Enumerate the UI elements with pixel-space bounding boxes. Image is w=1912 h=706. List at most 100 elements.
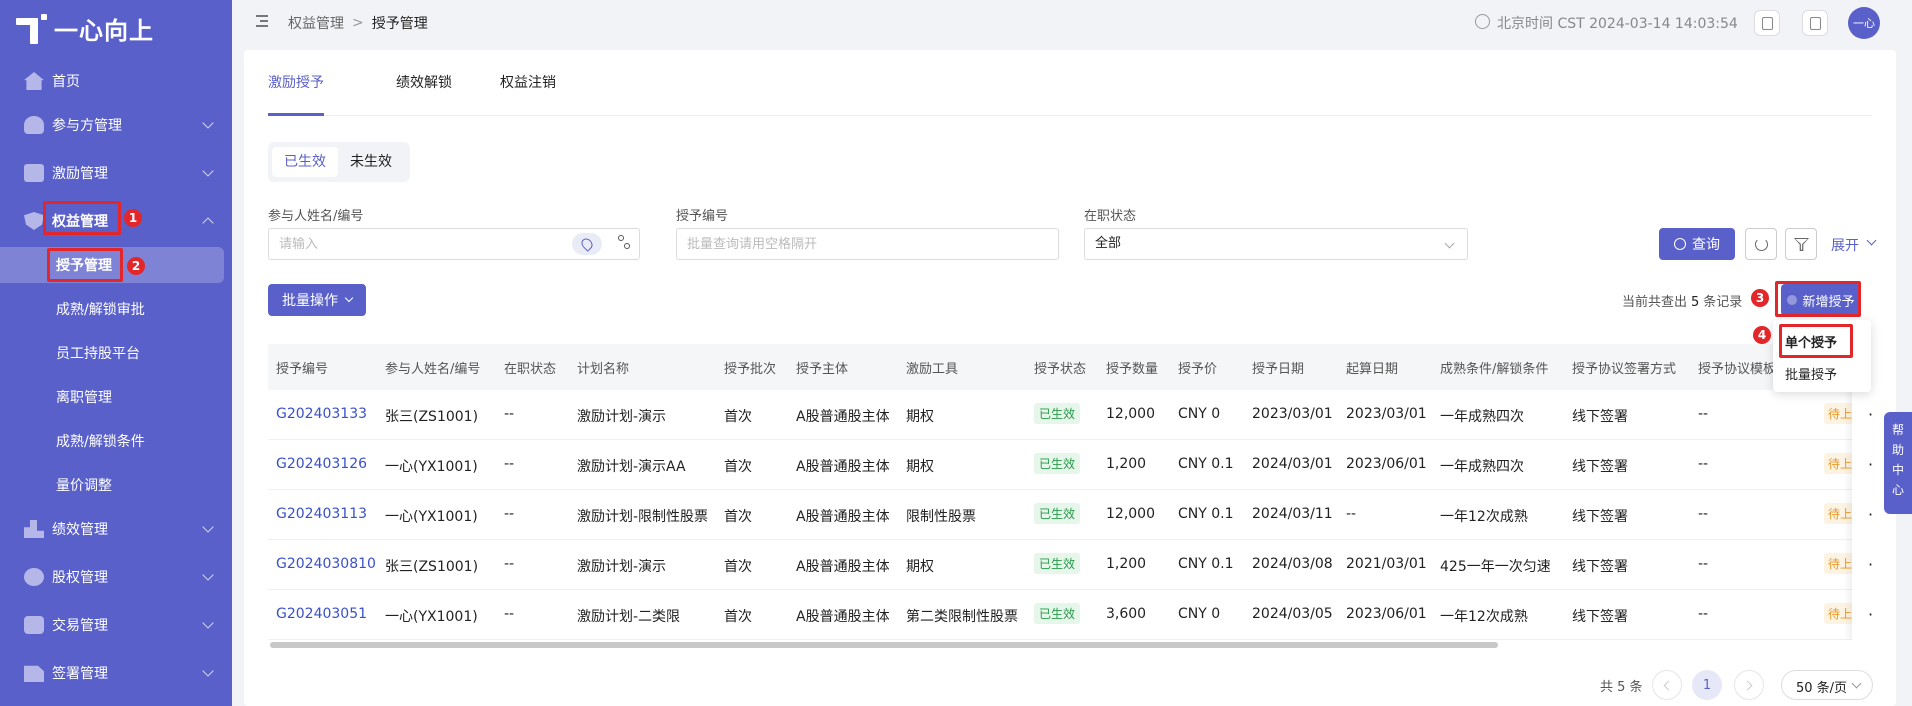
- logo-text: 一心向上: [54, 16, 154, 45]
- search-button[interactable]: 查询: [1659, 228, 1735, 260]
- cell-sign-method: 线下签署: [1572, 609, 1628, 625]
- cell-participant: 一心(YX1001): [385, 509, 478, 525]
- column-header: 授予数量: [1106, 362, 1159, 377]
- batch-operation-button[interactable]: 批量操作: [268, 284, 366, 316]
- horizontal-scrollbar[interactable]: [270, 642, 1498, 648]
- cell-template: --: [1698, 556, 1709, 572]
- record-count: 当前共查出 5 条记录: [1622, 295, 1743, 310]
- annotation-box: [1775, 281, 1861, 317]
- tab-indicator: [268, 113, 324, 116]
- record-count-number: 5: [1691, 295, 1700, 310]
- cell-grant-date: 2024/03/11: [1252, 506, 1333, 522]
- trade-icon: [24, 616, 44, 634]
- sidebar-subitem-price-adjust[interactable]: 量价调整: [0, 467, 232, 503]
- notice-button[interactable]: [1802, 10, 1828, 36]
- cell-price: CNY 0: [1178, 606, 1221, 622]
- chevron-down-icon: [1851, 678, 1862, 689]
- column-header: 计划名称: [577, 362, 630, 377]
- sidebar-subitem-label: 员工持股平台: [56, 346, 140, 362]
- filter-label: 授予编号: [676, 209, 729, 224]
- cell-template: --: [1698, 456, 1709, 472]
- annotation-box: [43, 201, 121, 235]
- status-select[interactable]: 全部: [1084, 228, 1468, 260]
- table-row: G202403126 一心(YX1001) -- 激励计划-演示AA 首次 A股…: [268, 440, 1872, 490]
- cell-employment: --: [504, 606, 515, 622]
- sidebar-item-incentive[interactable]: 激励管理: [0, 153, 232, 193]
- filter-button[interactable]: [1785, 228, 1817, 260]
- cell-start-date: --: [1346, 506, 1357, 522]
- cell-entity: A股普通股主体: [796, 559, 890, 575]
- cell-quantity: 1,200: [1106, 556, 1147, 572]
- clipboard-icon: [1762, 17, 1773, 30]
- status-badge: 已生效: [1034, 603, 1081, 624]
- grant-no-link[interactable]: G202403113: [276, 506, 367, 522]
- tab-equity-cancel[interactable]: 权益注销: [500, 72, 556, 92]
- page-size-select[interactable]: 50 条/页: [1781, 670, 1873, 700]
- chevron-down-icon: [202, 117, 214, 129]
- cell-entity: A股普通股主体: [796, 509, 890, 525]
- column-header: 授予批次: [724, 362, 777, 377]
- grant-table: 授予编号 参与人姓名/编号 在职状态 计划名称 授予批次 授予主体 激励工具 授…: [268, 344, 1872, 640]
- segment-not-effective[interactable]: 未生效: [338, 147, 404, 177]
- status-select-value: 全部: [1095, 236, 1122, 251]
- cell-batch: 首次: [724, 559, 752, 575]
- cell-entity: A股普通股主体: [796, 609, 890, 625]
- column-header: 在职状态: [504, 362, 557, 377]
- sidebar-item-performance[interactable]: 绩效管理: [0, 509, 232, 549]
- sidebar-item-participants[interactable]: 参与方管理: [0, 105, 232, 145]
- sidebar-item-trade[interactable]: 交易管理: [0, 605, 232, 645]
- sidebar-subitem-vesting-approval[interactable]: 成熟/解锁审批: [0, 291, 232, 327]
- dropdown-item-batch-grant[interactable]: 批量授予: [1785, 364, 1837, 383]
- grant-no-link[interactable]: G202403126: [276, 456, 367, 472]
- chevron-down-icon: [202, 165, 214, 177]
- chevron-down-icon: [344, 293, 354, 303]
- grant-no-link[interactable]: G202403051: [276, 606, 367, 622]
- collapse-menu-icon[interactable]: [252, 14, 268, 28]
- pick-icon[interactable]: [572, 233, 602, 255]
- tab-grant[interactable]: 激励授予: [268, 72, 324, 92]
- cell-sign-method: 线下签署: [1572, 559, 1628, 575]
- grant-no-link[interactable]: G202403133: [276, 406, 367, 422]
- sidebar-item-shares[interactable]: 股权管理: [0, 557, 232, 597]
- more-actions-icon[interactable]: ···: [1868, 505, 1872, 524]
- link-icon[interactable]: [618, 235, 632, 251]
- help-center-tab[interactable]: 帮助中心: [1884, 412, 1912, 514]
- app-logo[interactable]: 一心向上: [16, 8, 154, 48]
- search-button-label: 查询: [1692, 237, 1720, 253]
- current-page[interactable]: 1: [1692, 670, 1722, 700]
- search-icon: [1674, 238, 1686, 250]
- task-button[interactable]: [1754, 10, 1780, 36]
- table-header: 授予编号 参与人姓名/编号 在职状态 计划名称 授予批次 授予主体 激励工具 授…: [268, 344, 1872, 390]
- more-actions-icon[interactable]: ···: [1868, 455, 1872, 474]
- prev-page-button[interactable]: [1652, 670, 1682, 700]
- segment-effective[interactable]: 已生效: [272, 147, 338, 177]
- cell-batch: 首次: [724, 409, 752, 425]
- refresh-icon: [1755, 238, 1768, 251]
- breadcrumb-item[interactable]: 权益管理: [288, 13, 344, 33]
- cell-tool: 期权: [906, 559, 934, 575]
- reset-button[interactable]: [1745, 228, 1777, 260]
- expand-link[interactable]: 展开: [1831, 235, 1859, 255]
- pending-badge: 待上传: [1824, 553, 1854, 574]
- sidebar-item-home[interactable]: 首页: [0, 61, 232, 101]
- gift-icon: [24, 164, 44, 182]
- more-actions-icon[interactable]: ···: [1868, 605, 1872, 624]
- column-header: 授予状态: [1034, 362, 1087, 377]
- more-actions-icon[interactable]: ···: [1868, 405, 1872, 424]
- cell-grant-date: 2024/03/01: [1252, 456, 1333, 472]
- tab-performance-unlock[interactable]: 绩效解锁: [396, 72, 452, 92]
- cell-sign-method: 线下签署: [1572, 459, 1628, 475]
- breadcrumb: 权益管理 > 授予管理: [288, 13, 428, 33]
- sidebar-item-signing[interactable]: 签署管理: [0, 653, 232, 693]
- sidebar-subitem-label: 量价调整: [56, 478, 112, 494]
- sidebar-subitem-vesting-conditions[interactable]: 成熟/解锁条件: [0, 423, 232, 459]
- grant-no-link[interactable]: G2024030810: [276, 556, 376, 572]
- next-page-button[interactable]: [1734, 670, 1764, 700]
- sidebar-subitem-esop-platform[interactable]: 员工持股平台: [0, 335, 232, 371]
- column-header: 成熟条件/解锁条件: [1440, 362, 1549, 377]
- more-actions-icon[interactable]: ···: [1868, 555, 1872, 574]
- avatar[interactable]: 一心: [1848, 7, 1880, 39]
- grant-no-input[interactable]: [676, 228, 1059, 260]
- sidebar-subitem-resignation[interactable]: 离职管理: [0, 379, 232, 415]
- cell-quantity: 3,600: [1106, 606, 1147, 622]
